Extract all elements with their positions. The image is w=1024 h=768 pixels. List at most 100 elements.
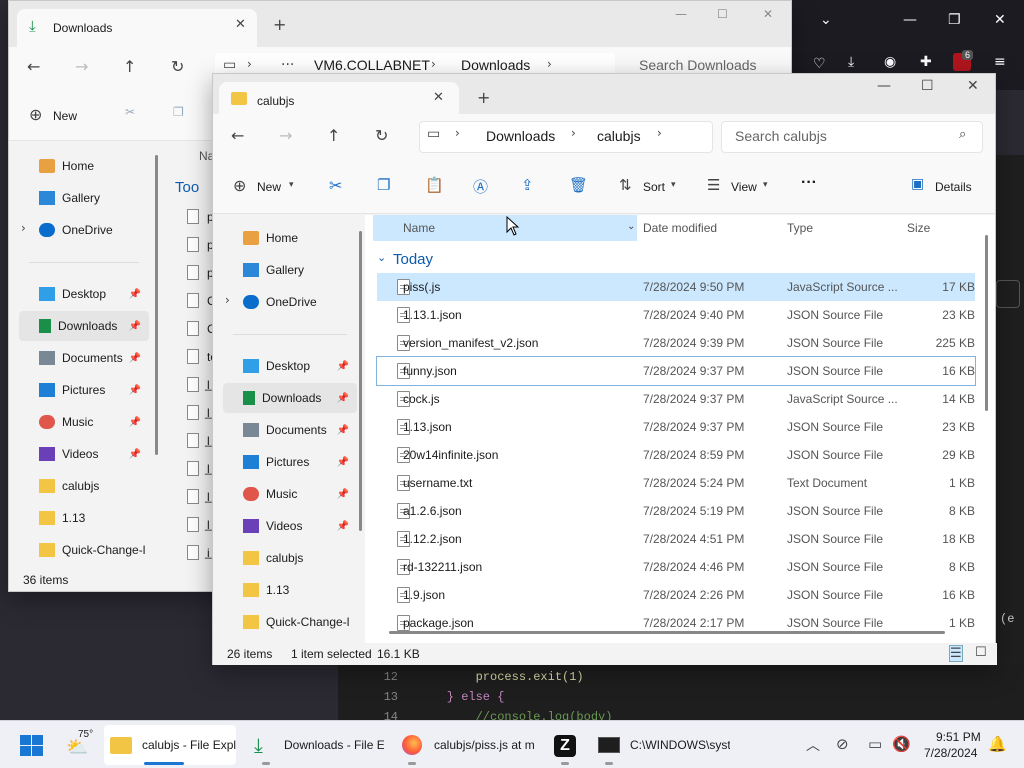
maximize-button[interactable]: ☐ <box>921 78 934 94</box>
chevron-up-icon[interactable]: ︿ <box>806 735 820 755</box>
sort-button[interactable]: Sort <box>643 180 665 194</box>
extensions-icon[interactable]: ✚ <box>920 54 932 70</box>
tab-downloads[interactable]: ⤓ Downloads ✕ <box>17 9 257 47</box>
file-row[interactable]: version_manifest_v2.json 7/28/2024 9:39 P… <box>377 329 975 357</box>
nav-calubjs[interactable]: calubjs <box>19 471 149 501</box>
new-icon[interactable]: ⊕ <box>233 176 246 195</box>
network-icon[interactable]: ⊘ <box>836 735 849 753</box>
new-button[interactable]: New <box>53 109 77 123</box>
display-icon[interactable]: ▭ <box>868 735 882 753</box>
search-input[interactable]: Search Downloads <box>639 57 757 73</box>
file-row[interactable]: funny.json 7/28/2024 9:37 PM JSON Source F… <box>376 356 976 386</box>
nav-desktop[interactable]: Desktop 📌 <box>19 279 149 309</box>
up-icon[interactable]: ↑ <box>327 126 340 145</box>
column-header-type[interactable]: Type <box>787 215 897 241</box>
copy-icon[interactable]: ❐ <box>377 176 390 194</box>
nav-pictures[interactable]: Pictures 📌 <box>19 375 149 405</box>
minimize-button[interactable]: — <box>877 78 891 94</box>
nav-1-13[interactable]: 1.13 <box>223 575 357 605</box>
close-button[interactable]: ✕ <box>763 7 773 21</box>
collapse-group-icon[interactable]: ⌄ <box>377 251 386 264</box>
delete-icon[interactable]: 🗑 <box>569 176 588 194</box>
refresh-icon[interactable]: ↻ <box>375 126 388 145</box>
horizontal-scrollbar[interactable] <box>389 631 945 634</box>
nav-downloads[interactable]: Downloads 📌 <box>19 311 149 341</box>
file-row[interactable]: 1.12.2.json 7/28/2024 4:51 PM JSON Source … <box>377 525 975 553</box>
browser-restore-button[interactable]: ❐ <box>948 12 961 28</box>
file-row[interactable]: 1.9.json 7/28/2024 2:26 PM JSON Source Fil… <box>377 581 975 609</box>
new-tab-button[interactable]: + <box>273 15 286 34</box>
paste-icon[interactable]: 📋 <box>425 176 444 194</box>
breadcrumb-item[interactable]: Downloads <box>486 128 555 144</box>
file-row[interactable]: a1.2.6.json 7/28/2024 5:19 PM JSON Source … <box>377 497 975 525</box>
taskbar-app-firefox[interactable]: calubjs/piss.js at m <box>396 725 536 765</box>
breadcrumb-item[interactable]: Downloads <box>461 57 530 73</box>
nav-onedrive[interactable]: OneDrive <box>223 287 357 317</box>
ellipsis-button[interactable]: ··· <box>281 57 294 73</box>
share-icon[interactable]: ⇪ <box>521 176 534 194</box>
nav-onedrive[interactable]: OneDrive <box>19 215 149 245</box>
file-row[interactable]: 1.13.json 7/28/2024 9:37 PM JSON Source Fi… <box>377 413 975 441</box>
forward-icon[interactable]: → <box>279 126 292 145</box>
nav-home[interactable]: Home <box>19 151 149 181</box>
nav-home[interactable]: Home <box>223 223 357 253</box>
close-tab-icon[interactable]: ✕ <box>433 90 444 105</box>
nav-desktop[interactable]: Desktop 📌 <box>223 351 357 381</box>
nav-pictures[interactable]: Pictures 📌 <box>223 447 357 477</box>
clock-date[interactable]: 7/28/2024 <box>924 746 977 760</box>
more-options-button[interactable]: ··· <box>801 174 817 192</box>
nav-scrollbar[interactable] <box>155 155 158 455</box>
column-header-date[interactable]: Date modified <box>643 215 783 241</box>
view-button[interactable]: View <box>731 180 757 194</box>
column-header-name[interactable]: Name <box>373 215 637 241</box>
nav-documents[interactable]: Documents 📌 <box>19 343 149 373</box>
file-row[interactable]: 20w14infinite.json 7/28/2024 8:59 PM JSON … <box>377 441 975 469</box>
taskbar-app-calubjs-explorer[interactable]: calubjs - File Expl <box>104 725 236 765</box>
refresh-icon[interactable]: ↻ <box>171 57 184 76</box>
up-icon[interactable]: ↑ <box>123 57 136 76</box>
file-row[interactable]: rd-132211.json 7/28/2024 4:46 PM JSON Sour… <box>377 553 975 581</box>
taskbar-app-downloads-explorer[interactable]: ⤓ Downloads - File E <box>246 725 386 765</box>
new-icon[interactable]: ⊕ <box>29 105 42 124</box>
taskbar-app-terminal[interactable]: C:\WINDOWS\syst <box>592 725 732 765</box>
start-button[interactable] <box>20 735 44 757</box>
chevron-down-icon[interactable]: ⌄ <box>627 221 635 232</box>
sort-icon[interactable]: ⇅ <box>619 176 632 194</box>
pocket-icon[interactable]: ♡ <box>813 56 826 72</box>
close-button[interactable]: ✕ <box>967 78 979 94</box>
view-icon[interactable]: ☰ <box>707 176 720 194</box>
details-icon[interactable]: ▣ <box>911 176 924 192</box>
search-icon[interactable]: ⌕ <box>959 127 966 142</box>
tiles-view-icon[interactable]: ☐ <box>975 645 987 660</box>
nav-quick-change[interactable]: Quick-Change-l <box>19 535 149 565</box>
new-button[interactable]: New <box>257 180 281 194</box>
weather-widget[interactable]: ⛅ 75° <box>64 729 93 759</box>
maximize-button[interactable]: ☐ <box>717 7 728 21</box>
column-header-size[interactable]: Size <box>907 215 967 241</box>
nav-music[interactable]: Music 📌 <box>223 479 357 509</box>
rename-icon[interactable]: Ⓐ <box>473 176 488 197</box>
browser-minimize-button[interactable]: — <box>903 12 917 28</box>
nav-downloads[interactable]: Downloads 📌 <box>223 383 357 413</box>
nav-documents[interactable]: Documents 📌 <box>223 415 357 445</box>
copy-icon[interactable]: ❐ <box>173 105 184 119</box>
back-icon[interactable]: ← <box>231 126 244 145</box>
file-row[interactable]: 1.13.1.json 7/28/2024 9:40 PM JSON Source … <box>377 301 975 329</box>
file-row[interactable]: cock.js 7/28/2024 9:37 PM JavaScript Sourc… <box>377 385 975 413</box>
minimize-button[interactable]: — <box>675 7 687 21</box>
details-button[interactable]: Details <box>935 180 972 194</box>
nav-quick-change[interactable]: Quick-Change-l <box>223 607 357 637</box>
nav-gallery[interactable]: Gallery <box>223 255 357 285</box>
nav-gallery[interactable]: Gallery <box>19 183 149 213</box>
clock-time[interactable]: 9:51 PM <box>936 730 981 744</box>
notifications-icon[interactable]: 🔔 <box>988 735 1007 753</box>
file-row[interactable]: username.txt 7/28/2024 5:24 PM Text Docume… <box>377 469 975 497</box>
search-input[interactable]: Search calubjs <box>735 128 827 144</box>
new-tab-button[interactable]: + <box>477 88 490 107</box>
forward-icon[interactable]: → <box>75 57 88 76</box>
browser-close-button[interactable]: ✕ <box>994 12 1006 28</box>
nav-videos[interactable]: Videos 📌 <box>223 511 357 541</box>
nav-calubjs[interactable]: calubjs <box>223 543 357 573</box>
tab-list-chevron-icon[interactable]: ⌄ <box>820 12 832 28</box>
address-bar[interactable] <box>419 121 713 153</box>
